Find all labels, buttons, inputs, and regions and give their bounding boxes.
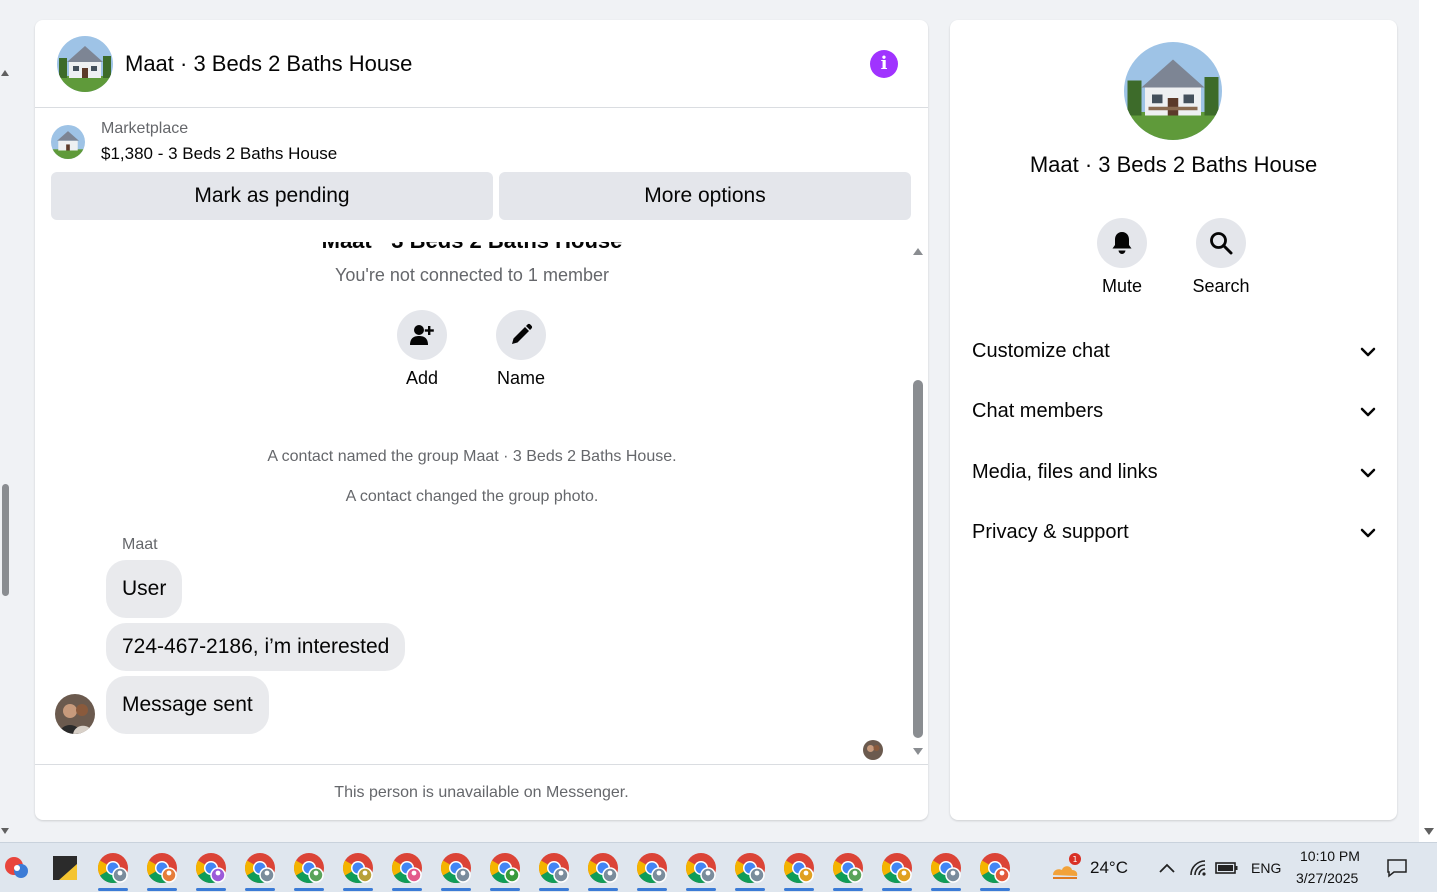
page-scrollbar-right[interactable]	[1419, 0, 1437, 842]
add-member-button[interactable]: Add	[382, 310, 462, 389]
chrome-icon[interactable]	[437, 849, 475, 891]
chrome-icon[interactable]	[780, 849, 818, 891]
marketplace-listing: Marketplace $1,380 - 3 Beds 2 Baths Hous…	[35, 108, 928, 220]
taskbar: 1 24°C ENG 10:10 PM 3/27/2025	[0, 842, 1437, 892]
scroll-down-arrow[interactable]	[1424, 828, 1434, 835]
chevron-down-icon	[1360, 528, 1376, 537]
battery-icon[interactable]	[1208, 849, 1246, 887]
not-connected-notice: You're not connected to 1 member	[335, 265, 609, 285]
page-scrollbar-left[interactable]	[0, 0, 12, 842]
listing-thumbnail[interactable]	[51, 125, 85, 159]
unavailable-notice: This person is unavailable on Messenger.	[35, 764, 928, 820]
scroll-down-arrow[interactable]	[913, 748, 923, 755]
section-label: Customize chat	[972, 340, 1110, 362]
message-bubble[interactable]: Message sent	[106, 676, 269, 734]
chrome-icon[interactable]	[241, 849, 279, 891]
system-message: A contact named the group Maat · 3 Beds …	[267, 448, 677, 465]
search-icon[interactable]	[1196, 218, 1246, 268]
chrome-icon[interactable]	[976, 849, 1014, 891]
chevron-down-icon	[1360, 407, 1376, 416]
start-app-icon[interactable]	[0, 849, 36, 887]
chrome-icon[interactable]	[829, 849, 867, 891]
chrome-icon[interactable]	[682, 849, 720, 891]
conversation-info-panel: Maat · 3 Beds 2 Baths House Mute Search …	[950, 20, 1397, 820]
sticky-notes-icon[interactable]	[46, 849, 84, 887]
chrome-icon[interactable]	[535, 849, 573, 891]
sender-name: Maat	[122, 536, 158, 553]
message-bubble[interactable]: 724-467-2186, i’m interested	[106, 623, 406, 671]
section-label: Privacy & support	[972, 521, 1129, 543]
scroll-down-arrow[interactable]	[1, 828, 9, 834]
scrollbar-thumb[interactable]	[913, 380, 923, 738]
scroll-up-arrow[interactable]	[1, 70, 9, 76]
mute-label: Mute	[1101, 276, 1143, 296]
search-button[interactable]: Search	[1181, 218, 1261, 297]
read-receipt-avatar	[863, 740, 883, 760]
chat-panel: Maat · 3 Beds 2 Baths House i Marketplac…	[35, 20, 928, 820]
pencil-icon[interactable]	[496, 310, 546, 360]
media-files-links-section[interactable]: Media, files and links	[972, 461, 1376, 484]
search-label: Search	[1192, 276, 1250, 296]
more-options-button[interactable]: More options	[499, 172, 911, 220]
section-label: Chat members	[972, 400, 1104, 422]
name-label: Name	[496, 368, 545, 388]
chrome-icon[interactable]	[878, 849, 916, 891]
message-bubble[interactable]: User	[106, 560, 183, 618]
system-message: A contact changed the group photo.	[345, 488, 599, 505]
chrome-icon[interactable]	[388, 849, 426, 891]
listing-title[interactable]: $1,380 - 3 Beds 2 Baths House	[101, 144, 337, 164]
group-avatar[interactable]	[57, 35, 113, 92]
chrome-icon[interactable]	[290, 849, 328, 891]
chrome-icon[interactable]	[339, 849, 377, 891]
sender-avatar[interactable]	[55, 694, 95, 734]
chrome-icon[interactable]	[731, 849, 769, 891]
info-icon[interactable]: i	[870, 49, 898, 78]
chrome-icon[interactable]	[94, 849, 132, 891]
thread-scrollbar[interactable]	[912, 248, 924, 758]
privacy-support-section[interactable]: Privacy & support	[972, 521, 1376, 544]
mute-button[interactable]: Mute	[1082, 218, 1162, 297]
chrome-icon[interactable]	[143, 849, 181, 891]
marketplace-label: Marketplace	[101, 120, 189, 137]
chevron-down-icon	[1360, 347, 1376, 356]
chrome-icon[interactable]	[633, 849, 671, 891]
message-thread[interactable]: Maat · 3 Beds 2 Baths House You're not c…	[35, 242, 928, 764]
customize-chat-section[interactable]: Customize chat	[972, 340, 1376, 363]
add-label: Add	[405, 368, 439, 388]
clock-date[interactable]: 3/27/2025	[1296, 870, 1358, 886]
temperature[interactable]: 24°C	[1090, 858, 1128, 878]
name-group-button[interactable]: Name	[481, 310, 561, 389]
chrome-icon[interactable]	[584, 849, 622, 891]
mark-as-pending-button[interactable]: Mark as pending	[51, 172, 493, 220]
chat-members-section[interactable]: Chat members	[972, 400, 1376, 423]
language-indicator[interactable]: ENG	[1251, 860, 1281, 876]
chevron-down-icon	[1360, 468, 1376, 477]
weather-icon[interactable]: 1	[1046, 849, 1084, 887]
clock-time[interactable]: 10:10 PM	[1300, 848, 1360, 864]
chrome-icon[interactable]	[192, 849, 230, 891]
scroll-up-arrow[interactable]	[913, 248, 923, 255]
chrome-icon[interactable]	[486, 849, 524, 891]
section-label: Media, files and links	[972, 461, 1158, 483]
notification-icon[interactable]	[1378, 849, 1416, 887]
group-photo[interactable]	[1124, 42, 1222, 140]
weather-badge: 1	[1072, 855, 1077, 864]
bell-icon[interactable]	[1097, 218, 1147, 268]
chrome-icon[interactable]	[927, 849, 965, 891]
scrollbar-thumb[interactable]	[2, 484, 9, 596]
thread-group-title: Maat · 3 Beds 2 Baths House	[35, 242, 909, 254]
chat-header: Maat · 3 Beds 2 Baths House i	[35, 20, 928, 108]
info-title: Maat · 3 Beds 2 Baths House	[1029, 152, 1318, 177]
add-person-icon[interactable]	[397, 310, 447, 360]
chat-title[interactable]: Maat · 3 Beds 2 Baths House	[125, 51, 870, 77]
